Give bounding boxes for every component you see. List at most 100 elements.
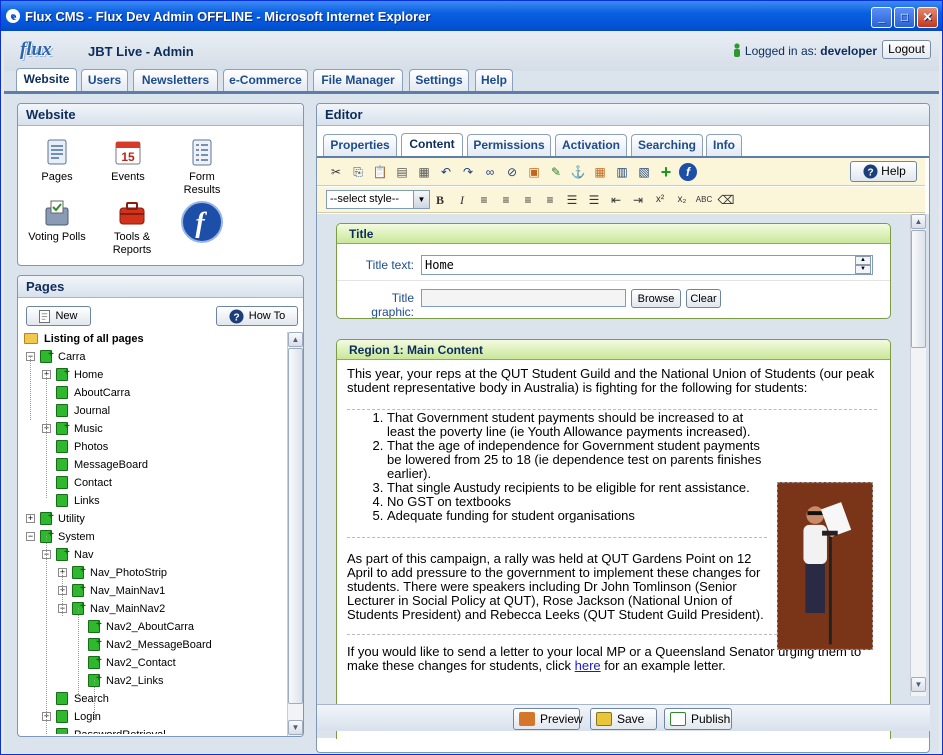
tree-guide-line xyxy=(94,680,95,720)
eraser-icon[interactable]: ⌫ xyxy=(717,191,735,209)
undo-icon[interactable]: ↶ xyxy=(437,163,455,181)
link-icon[interactable]: ∞ xyxy=(481,163,499,181)
outdent-icon[interactable]: ⇤ xyxy=(607,191,625,209)
events-shortcut[interactable]: 15 Events xyxy=(98,138,158,184)
cut-icon[interactable]: ✂ xyxy=(327,163,345,181)
table-props-icon[interactable]: ▧ xyxy=(635,163,653,181)
table-icon[interactable]: ▦ xyxy=(591,163,609,181)
tree-item[interactable]: Contact xyxy=(22,474,288,492)
table-edit-icon[interactable]: ▥ xyxy=(613,163,631,181)
title-graphic-input[interactable] xyxy=(421,289,626,307)
indent-icon[interactable]: ⇥ xyxy=(629,191,647,209)
flux-shortcut[interactable]: f xyxy=(172,200,232,244)
spinner-up-icon[interactable]: ▲ xyxy=(855,256,871,265)
expand-icon[interactable]: + xyxy=(26,514,35,523)
tab-settings[interactable]: Settings xyxy=(409,69,469,91)
tree-item[interactable]: + Utility xyxy=(22,508,288,528)
align-right-icon[interactable]: ≡ xyxy=(519,191,537,209)
tab-activation[interactable]: Activation xyxy=(555,134,627,156)
tree-item[interactable]: Journal xyxy=(22,402,288,420)
bullet-list-icon[interactable]: ☰ xyxy=(563,191,581,209)
tree-item[interactable]: Nav2_MessageBoard xyxy=(22,634,288,654)
tree-item[interactable]: −Carra xyxy=(22,346,288,366)
tree-item[interactable]: Links xyxy=(22,492,288,510)
logout-button[interactable]: Logout xyxy=(882,40,931,59)
tab-searching[interactable]: Searching xyxy=(631,134,703,156)
voting-polls-shortcut[interactable]: Voting Polls xyxy=(27,198,87,244)
tree-scroll-down[interactable]: ▼ xyxy=(288,720,303,735)
tree-item[interactable]: PasswordRetrieval xyxy=(22,726,288,734)
tree-item[interactable]: AboutCarra xyxy=(22,384,288,402)
bold-icon[interactable]: B xyxy=(431,191,449,209)
anchor-icon[interactable]: ⚓ xyxy=(569,163,587,181)
tree-item[interactable]: MessageBoard xyxy=(22,456,288,474)
title-text-input[interactable]: Home xyxy=(421,255,873,275)
editor-scroll-thumb[interactable] xyxy=(911,230,926,348)
tab-content[interactable]: Content xyxy=(401,133,463,157)
tab-file-manager[interactable]: File Manager xyxy=(313,69,403,91)
tree-scroll-up[interactable]: ▲ xyxy=(288,332,303,347)
tree-item[interactable]: +Home xyxy=(22,364,288,384)
title-spinner[interactable]: ▲ ▼ xyxy=(855,256,872,274)
justify-icon[interactable]: ≡ xyxy=(541,191,559,209)
browse-button[interactable]: Browse xyxy=(631,289,681,308)
subscript-icon[interactable]: x₂ xyxy=(673,191,691,209)
tab-users[interactable]: Users xyxy=(81,69,128,91)
style-select[interactable]: --select style-- ▼ xyxy=(326,190,430,209)
how-to-button[interactable]: ? How To xyxy=(216,306,298,326)
save-button[interactable]: Save xyxy=(590,708,657,730)
editor-scroll-up[interactable]: ▲ xyxy=(911,214,926,229)
tree-item[interactable]: Nav2_Contact xyxy=(22,652,288,672)
image-icon[interactable]: ▣ xyxy=(525,163,543,181)
tree-item[interactable]: +Music xyxy=(22,418,288,438)
preview-button[interactable]: Preview xyxy=(513,708,583,730)
tab-newsletters[interactable]: Newsletters xyxy=(133,69,218,91)
spinner-down-icon[interactable]: ▼ xyxy=(855,265,871,274)
italic-icon[interactable]: I xyxy=(453,191,471,209)
minimize-button[interactable]: _ xyxy=(871,7,892,28)
close-button[interactable]: ✕ xyxy=(917,7,938,28)
tree-item[interactable]: Search xyxy=(22,690,288,708)
paste-word-icon[interactable]: ▦ xyxy=(415,163,433,181)
superscript-icon[interactable]: x² xyxy=(651,191,669,209)
copy-icon[interactable]: ⎘ xyxy=(349,163,367,181)
tab-permissions[interactable]: Permissions xyxy=(467,134,551,156)
tree-item[interactable]: Nav2_AboutCarra xyxy=(22,616,288,636)
form-results-shortcut[interactable]: Form Results xyxy=(172,138,232,197)
tools-reports-shortcut[interactable]: Tools & Reports xyxy=(102,198,162,257)
add-icon[interactable]: + xyxy=(657,163,675,181)
numbered-list-icon[interactable]: ☰ xyxy=(585,191,603,209)
align-left-icon[interactable]: ≡ xyxy=(475,191,493,209)
example-letter-link[interactable]: here xyxy=(575,658,601,673)
tab-properties[interactable]: Properties xyxy=(323,134,397,156)
tab-info[interactable]: Info xyxy=(706,134,742,156)
paste-icon[interactable]: 📋 xyxy=(371,163,389,181)
pages-shortcut[interactable]: Pages xyxy=(27,138,87,184)
new-page-button[interactable]: New xyxy=(26,306,91,326)
editor-help-button[interactable]: ? Help xyxy=(850,161,917,182)
tree-item[interactable]: Photos xyxy=(22,438,288,456)
editor-scrollbar[interactable]: ▲ ▼ xyxy=(910,214,926,696)
flux-icon[interactable]: f xyxy=(679,163,697,181)
tree-item[interactable]: −System xyxy=(22,526,288,546)
tree-item[interactable]: Listing of all pages xyxy=(22,330,288,348)
tree-item[interactable]: Nav2_Links xyxy=(22,670,288,690)
spellcheck-icon[interactable]: ABC xyxy=(695,191,713,209)
clear-button[interactable]: Clear xyxy=(686,289,721,308)
maximize-button[interactable]: □ xyxy=(894,7,915,28)
tab-ecommerce[interactable]: e-Commerce xyxy=(223,69,308,91)
tree-item[interactable]: −Nav xyxy=(22,544,288,564)
image-edit-icon[interactable]: ✎ xyxy=(547,163,565,181)
unlink-icon[interactable]: ⊘ xyxy=(503,163,521,181)
tree-item[interactable]: + Login xyxy=(22,708,288,726)
editor-scroll-down[interactable]: ▼ xyxy=(911,677,926,692)
tree-scrollbar[interactable]: ▲ ▼ xyxy=(287,332,303,736)
align-center-icon[interactable]: ≡ xyxy=(497,191,515,209)
tab-website[interactable]: Website xyxy=(16,68,77,92)
tree-scroll-thumb[interactable] xyxy=(288,348,303,704)
paste-text-icon[interactable]: ▤ xyxy=(393,163,411,181)
publish-button[interactable]: Publish xyxy=(664,708,732,730)
tab-help[interactable]: Help xyxy=(475,69,513,91)
redo-icon[interactable]: ↷ xyxy=(459,163,477,181)
collapse-icon[interactable]: − xyxy=(26,532,35,541)
